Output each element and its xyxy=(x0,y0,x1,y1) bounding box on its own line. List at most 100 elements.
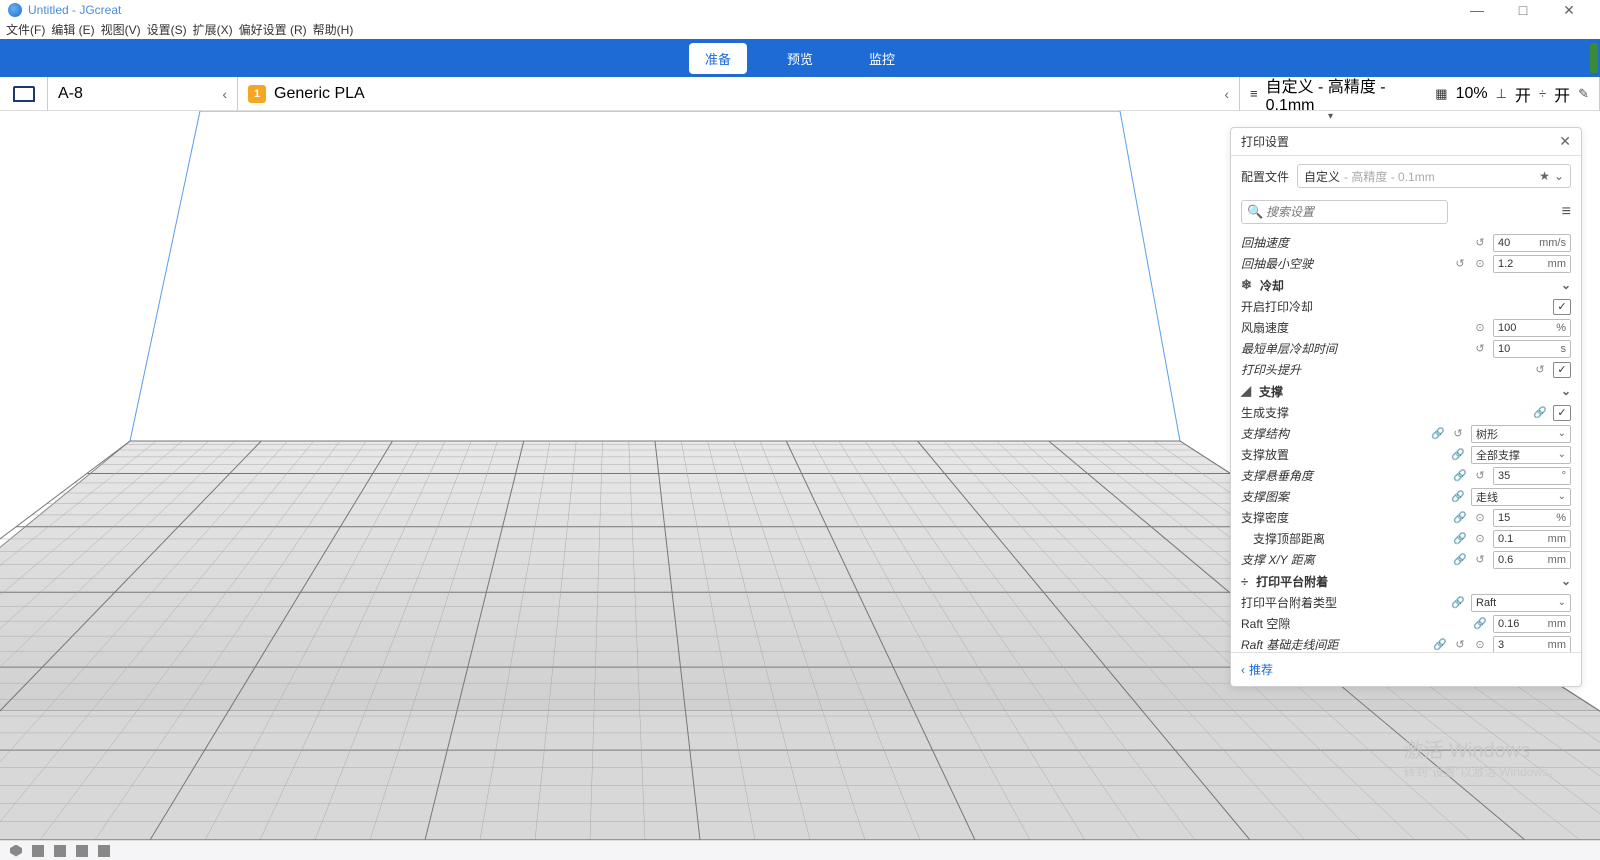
profile-dropdown[interactable]: 自定义 - 高精度 - 0.1mm ★ ⌄ xyxy=(1297,164,1571,188)
setting-input[interactable]: 0.6mm xyxy=(1493,551,1571,569)
stage-tab-bar: 准备 预览 监控 xyxy=(0,39,1600,77)
panel-header: 打印设置 ✕ xyxy=(1231,128,1581,156)
menu-file[interactable]: 文件(F) xyxy=(6,21,45,38)
setting-indicator-icon[interactable]: 🔗 xyxy=(1451,490,1465,503)
view-front-icon[interactable] xyxy=(54,845,66,857)
close-panel-button[interactable]: ✕ xyxy=(1559,133,1571,150)
setting-indicator-icon[interactable]: ↺ xyxy=(1451,427,1465,440)
menu-extensions[interactable]: 扩展(X) xyxy=(193,21,233,38)
print-profile-summary[interactable]: ≡ 自定义 - 高精度 - 0.1mm ▦ 10% ⊥ 开 ÷ 开 ✎ xyxy=(1240,77,1600,110)
setting-indicator-icon[interactable]: ⊙ xyxy=(1473,257,1487,270)
setting-input[interactable]: 0.1mm xyxy=(1493,530,1571,548)
viewport-3d[interactable]: ▾ 打印设置 ✕ 配置文件 自定义 - 高精度 - 0.1mm xyxy=(0,111,1600,840)
tab-monitor[interactable]: 监控 xyxy=(853,43,911,74)
setting-indicator-icon[interactable]: 🔗 xyxy=(1533,406,1547,419)
setting-indicator-icon[interactable]: ↺ xyxy=(1453,638,1467,651)
panel-title: 打印设置 xyxy=(1241,133,1289,150)
infill-icon: ▦ xyxy=(1435,86,1447,102)
setting-input[interactable]: 15% xyxy=(1493,509,1571,527)
search-input[interactable] xyxy=(1241,200,1448,224)
lines-icon: ≡ xyxy=(1250,86,1258,101)
star-icon[interactable]: ★ xyxy=(1539,169,1550,183)
section-header[interactable]: ❄冷却⌄ xyxy=(1231,274,1581,296)
setting-input[interactable]: 100% xyxy=(1493,319,1571,337)
pencil-icon[interactable]: ✎ xyxy=(1578,86,1589,102)
setting-input[interactable]: 40mm/s xyxy=(1493,234,1571,252)
open-file-button[interactable] xyxy=(0,77,48,110)
menu-edit[interactable]: 编辑 (E) xyxy=(51,21,94,38)
setting-select[interactable]: 走线⌄ xyxy=(1471,488,1571,506)
view-right-icon[interactable] xyxy=(98,845,110,857)
window-title: Untitled - JGcreat xyxy=(28,3,121,17)
printer-name: A-8 xyxy=(58,85,83,103)
setting-label: 打印平台附着类型 xyxy=(1241,594,1445,611)
section-header[interactable]: ◢支撑⌄ xyxy=(1231,380,1581,402)
setting-indicator-icon[interactable]: 🔗 xyxy=(1451,596,1465,609)
setting-input[interactable]: 10s xyxy=(1493,340,1571,358)
setting-indicator-icon[interactable]: ↺ xyxy=(1473,553,1487,566)
hamburger-icon[interactable]: ≡ xyxy=(1562,203,1571,221)
setting-label: Raft 空隙 xyxy=(1241,615,1467,632)
setting-checkbox[interactable]: ✓ xyxy=(1553,362,1571,378)
setting-select[interactable]: Raft⌄ xyxy=(1471,594,1571,612)
minimize-button[interactable]: — xyxy=(1454,0,1500,20)
setting-input[interactable]: 3mm xyxy=(1493,636,1571,653)
section-header[interactable]: ÷打印平台附着⌄ xyxy=(1231,570,1581,592)
view-top-icon[interactable] xyxy=(76,845,88,857)
maximize-button[interactable]: □ xyxy=(1500,0,1546,20)
setting-indicator-icon[interactable]: 🔗 xyxy=(1453,553,1467,566)
setting-indicator-icon[interactable]: 🔗 xyxy=(1453,511,1467,524)
setting-input[interactable]: 0.16mm xyxy=(1493,615,1571,633)
setting-indicator-icon[interactable]: ↺ xyxy=(1533,363,1547,376)
setting-label: 支撑 X/Y 距离 xyxy=(1241,551,1447,568)
close-window-button[interactable]: ✕ xyxy=(1546,0,1592,20)
printer-selector[interactable]: A-8 ‹ xyxy=(48,77,238,110)
setting-select[interactable]: 全部支撑⌄ xyxy=(1471,446,1571,464)
setting-indicator-icon[interactable]: ↺ xyxy=(1473,342,1487,355)
setting-row: 支撑结构🔗↺树形⌄ xyxy=(1231,423,1581,444)
secondary-toolbar: A-8 ‹ 1 Generic PLA ‹ ≡ 自定义 - 高精度 - 0.1m… xyxy=(0,77,1600,111)
setting-checkbox[interactable]: ✓ xyxy=(1553,299,1571,315)
material-selector[interactable]: 1 Generic PLA ‹ xyxy=(238,77,1240,110)
setting-indicator-icon[interactable]: 🔗 xyxy=(1433,638,1447,651)
menu-help[interactable]: 帮助(H) xyxy=(313,21,354,38)
marketplace-indicator-icon[interactable] xyxy=(1590,43,1598,73)
setting-indicator-icon[interactable]: ↺ xyxy=(1453,257,1467,270)
adhesion-icon: ÷ xyxy=(1539,86,1546,101)
chevron-down-icon: ⌄ xyxy=(1554,169,1564,183)
recommended-link[interactable]: ‹ 推荐 xyxy=(1241,661,1273,678)
setting-indicator-icon[interactable]: 🔗 xyxy=(1473,617,1487,630)
setting-indicator-icon[interactable]: ↺ xyxy=(1473,469,1487,482)
recommended-label: 推荐 xyxy=(1249,661,1273,678)
setting-indicator-icon[interactable]: 🔗 xyxy=(1431,427,1445,440)
setting-checkbox[interactable]: ✓ xyxy=(1553,405,1571,421)
setting-indicator-icon[interactable]: 🔗 xyxy=(1451,448,1465,461)
menu-preferences[interactable]: 偏好设置 (R) xyxy=(239,21,307,38)
setting-row: 支撑 X/Y 距离 🔗 ↺ 0.6mm xyxy=(1231,549,1581,570)
section-label: 打印平台附着 xyxy=(1256,573,1328,590)
setting-indicator-icon[interactable]: ⊙ xyxy=(1473,532,1487,545)
setting-indicator-icon[interactable]: ↺ xyxy=(1473,236,1487,249)
tab-prepare[interactable]: 准备 xyxy=(689,43,747,74)
setting-select[interactable]: 树形⌄ xyxy=(1471,425,1571,443)
setting-row: 最短单层冷却时间↺10s xyxy=(1231,338,1581,359)
setting-indicator-icon[interactable]: ⊙ xyxy=(1473,321,1487,334)
setting-indicator-icon[interactable]: 🔗 xyxy=(1453,469,1467,482)
setting-label: 风扇速度 xyxy=(1241,319,1467,336)
menu-settings[interactable]: 设置(S) xyxy=(147,21,187,38)
setting-indicator-icon[interactable]: ⊙ xyxy=(1473,511,1487,524)
view-xray-icon[interactable] xyxy=(32,845,44,857)
setting-row: 打印平台附着类型 🔗 Raft⌄ xyxy=(1231,592,1581,613)
setting-input[interactable]: 35° xyxy=(1493,467,1571,485)
section-icon: ◢ xyxy=(1241,383,1251,399)
view-solid-icon[interactable] xyxy=(10,845,22,857)
setting-row: Raft 空隙 🔗 0.16mm xyxy=(1231,613,1581,634)
tab-preview[interactable]: 预览 xyxy=(771,43,829,74)
settings-list[interactable]: 回抽速度↺40mm/s回抽最小空驶↺⊙1.2mm❄冷却⌄开启打印冷却✓风扇速度⊙… xyxy=(1231,232,1581,652)
setting-row: 生成支撑🔗✓ xyxy=(1231,402,1581,423)
setting-indicator-icon[interactable]: 🔗 xyxy=(1453,532,1467,545)
setting-input[interactable]: 1.2mm xyxy=(1493,255,1571,273)
setting-indicator-icon[interactable]: ⊙ xyxy=(1473,638,1487,651)
menu-view[interactable]: 视图(V) xyxy=(101,21,141,38)
setting-row: Raft 基础走线间距🔗↺⊙3mm xyxy=(1231,634,1581,652)
